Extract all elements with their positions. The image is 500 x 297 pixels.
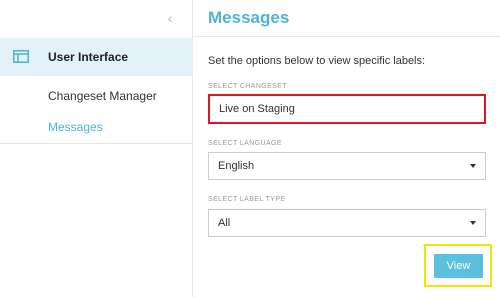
page-title: Messages	[208, 8, 290, 27]
language-label: SELECT LANGUAGE	[208, 140, 282, 147]
intro-text: Set the options below to view specific l…	[208, 55, 426, 67]
changeset-label: SELECT CHANGESET	[208, 83, 288, 90]
caret-down-icon	[470, 164, 476, 168]
changeset-select[interactable]: Live on Staging	[208, 94, 486, 124]
window-icon	[13, 50, 29, 63]
label-type-select[interactable]: All	[208, 209, 486, 237]
chevron-left-icon[interactable]: ‹	[160, 9, 180, 27]
changeset-value: Live on Staging	[219, 103, 295, 115]
label-type-label: SELECT LABEL TYPE	[208, 196, 286, 203]
sidebar-item-changeset-manager[interactable]: Changeset Manager	[48, 89, 157, 103]
language-value: English	[218, 160, 255, 172]
sidebar: ‹ User Interface Changeset Manager Messa…	[0, 0, 193, 297]
label-type-value: All	[218, 217, 231, 229]
title-divider	[194, 36, 500, 37]
caret-down-icon	[470, 221, 476, 225]
sidebar-divider	[0, 143, 193, 144]
sidebar-section-user-interface[interactable]: User Interface	[0, 38, 193, 76]
language-select[interactable]: English	[208, 152, 486, 180]
sidebar-section-label: User Interface	[48, 50, 129, 64]
view-button-highlight: View	[424, 244, 492, 287]
sidebar-item-messages[interactable]: Messages	[48, 120, 103, 134]
view-button[interactable]: View	[434, 254, 483, 278]
main-panel: Messages Set the options below to view s…	[194, 0, 500, 297]
